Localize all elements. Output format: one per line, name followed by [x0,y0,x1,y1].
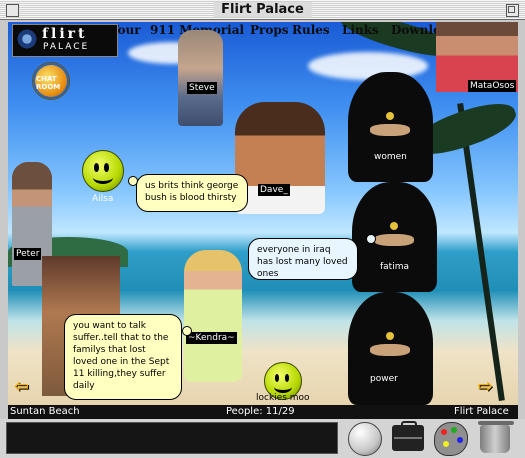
avatar-steve[interactable]: Steve [163,30,238,126]
previous-room-arrow[interactable]: ⇦ [14,376,38,397]
face-ball-icon[interactable] [348,422,382,456]
chat-room-scene[interactable]: Tour 911 Memorial Props Rules Links Down… [8,22,518,405]
avatar-name: women [374,152,407,162]
gem-icon [390,222,398,230]
paint-dot [441,429,447,435]
avatar-name: fatima [380,262,409,272]
steve-photo [178,30,223,126]
avatar-name: ~Kendra~ [186,332,237,344]
paint-palette-icon[interactable] [434,422,468,456]
next-room-arrow[interactable]: ⇨ [478,376,502,397]
paint-dot [451,427,457,433]
avatar-kendra[interactable]: ~Kendra~ [178,250,248,382]
avatar-ailsa[interactable]: Ailsa [80,150,130,228]
nav-links[interactable]: Links [342,23,379,37]
flirt-palace-logo[interactable]: flirt PALACE [12,24,118,57]
palm-trunk [457,103,505,401]
status-bar: Suntan Beach People: 11/29 Flirt Palace [8,405,518,419]
bubble-tail [366,234,376,244]
logo-line2: PALACE [43,42,90,52]
heart-badge-icon [16,28,38,50]
room-name: Suntan Beach [10,406,80,417]
bubble-tail [182,326,192,336]
briefcase-icon[interactable] [392,421,424,451]
avatar-mataosos[interactable]: MataOsos [436,22,518,92]
veil-figure [348,72,433,182]
dave-photo [235,102,325,214]
smiley-face-icon [82,150,124,192]
server-name: Flirt Palace [454,406,509,417]
avatar-name: power [370,374,398,384]
bottom-toolbar [0,419,525,458]
eyes [370,124,410,136]
avatar-fatima[interactable]: fatima [344,182,444,292]
nav-rules[interactable]: Rules [292,23,330,37]
veil-figure [348,292,433,405]
avatar-name: lockies moo [256,393,310,403]
eyes [370,344,410,356]
gem-icon [386,112,394,120]
chat-bubble-ailsa: us brits think george bush is blood thir… [136,174,248,212]
chat-room-label: CHAT ROOM [36,75,61,91]
kendra-photo [184,250,242,382]
avatar-name: Ailsa [92,194,114,204]
close-box-icon[interactable] [6,4,19,17]
avatar-name: Peter [14,248,42,260]
avatar-power[interactable]: power [338,292,438,405]
chat-input[interactable] [6,422,338,454]
trash-icon[interactable] [478,421,514,453]
gem-icon [386,332,394,340]
paint-dot [443,441,449,447]
people-count: People: 11/29 [226,406,295,417]
avatar-name: Steve [187,82,217,94]
chat-room-button[interactable]: CHAT ROOM [32,62,70,100]
nav-props[interactable]: Props [250,23,289,37]
avatar-name: Dave_ [258,184,290,196]
zoom-box-icon[interactable] [506,4,519,17]
left-arrow-icon: ⇦ [14,376,30,397]
chat-bubble-fatima: everyone in iraq has lost many loved one… [248,238,358,280]
paint-dot [457,437,463,443]
avatar-women[interactable]: women [338,72,438,182]
avatar-lockies[interactable]: lockies moo [254,362,314,405]
title-bar: Flirt Palace [0,0,525,20]
avatar-name: MataOsos [468,80,517,92]
chat-bubble-kendra: you want to talk suffer..tell that to th… [64,314,182,400]
logo-line1: flirt [42,26,88,42]
window-title: Flirt Palace [213,2,312,17]
veil-figure [352,182,437,292]
right-arrow-icon: ⇨ [478,376,494,397]
eyes [374,234,414,246]
